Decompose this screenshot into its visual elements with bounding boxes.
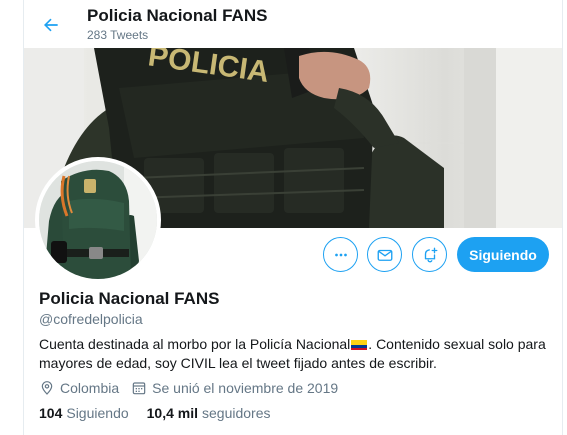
calendar-icon: [132, 382, 146, 395]
followers-count: 10,4 mil: [146, 405, 199, 421]
profile-meta: Colombia Se unió el noviembre de 2019: [39, 378, 350, 398]
profile-handle: @cofredelpolicia: [39, 311, 143, 327]
profile-header-bar: Policia Nacional FANS 283 Tweets: [24, 0, 562, 48]
header-title: Policia Nacional FANS: [87, 6, 268, 25]
tweet-count: 283 Tweets: [87, 28, 149, 42]
back-button[interactable]: [36, 10, 66, 40]
colombia-flag-icon: [351, 340, 368, 350]
more-options-button[interactable]: [323, 237, 358, 272]
following-count: 104: [39, 405, 63, 421]
location-item: Colombia: [39, 380, 119, 396]
follow-stats: 104 Siguiendo 10,4 mil seguidores: [39, 405, 289, 421]
join-date-text: Se unió el noviembre de 2019: [152, 380, 339, 396]
followers-label: seguidores: [202, 405, 271, 421]
following-label: Siguiendo: [66, 405, 129, 421]
back-arrow-icon: [44, 18, 58, 32]
following-button[interactable]: Siguiendo: [457, 237, 549, 272]
avatar-photo: [39, 161, 157, 279]
profile-bio: Cuenta destinada al morbo por la Policía…: [39, 335, 554, 373]
envelope-icon: [377, 249, 392, 261]
followers-link[interactable]: 10,4 mil seguidores: [147, 405, 271, 421]
notifications-button[interactable]: [412, 237, 447, 272]
bell-plus-icon: [424, 247, 437, 262]
more-dots-icon: [334, 253, 347, 256]
bio-text-start: Cuenta destinada al morbo por la Policía…: [39, 336, 351, 352]
following-link[interactable]: 104 Siguiendo: [39, 405, 129, 421]
profile-column: Policia Nacional FANS 283 Tweets POLICIA…: [23, 0, 563, 435]
location-text: Colombia: [60, 380, 120, 396]
message-button[interactable]: [367, 237, 402, 272]
profile-avatar[interactable]: [35, 157, 161, 283]
profile-name: Policia Nacional FANS: [39, 289, 220, 308]
location-pin-icon: [41, 381, 53, 395]
join-date-item: Se unió el noviembre de 2019: [131, 380, 338, 396]
